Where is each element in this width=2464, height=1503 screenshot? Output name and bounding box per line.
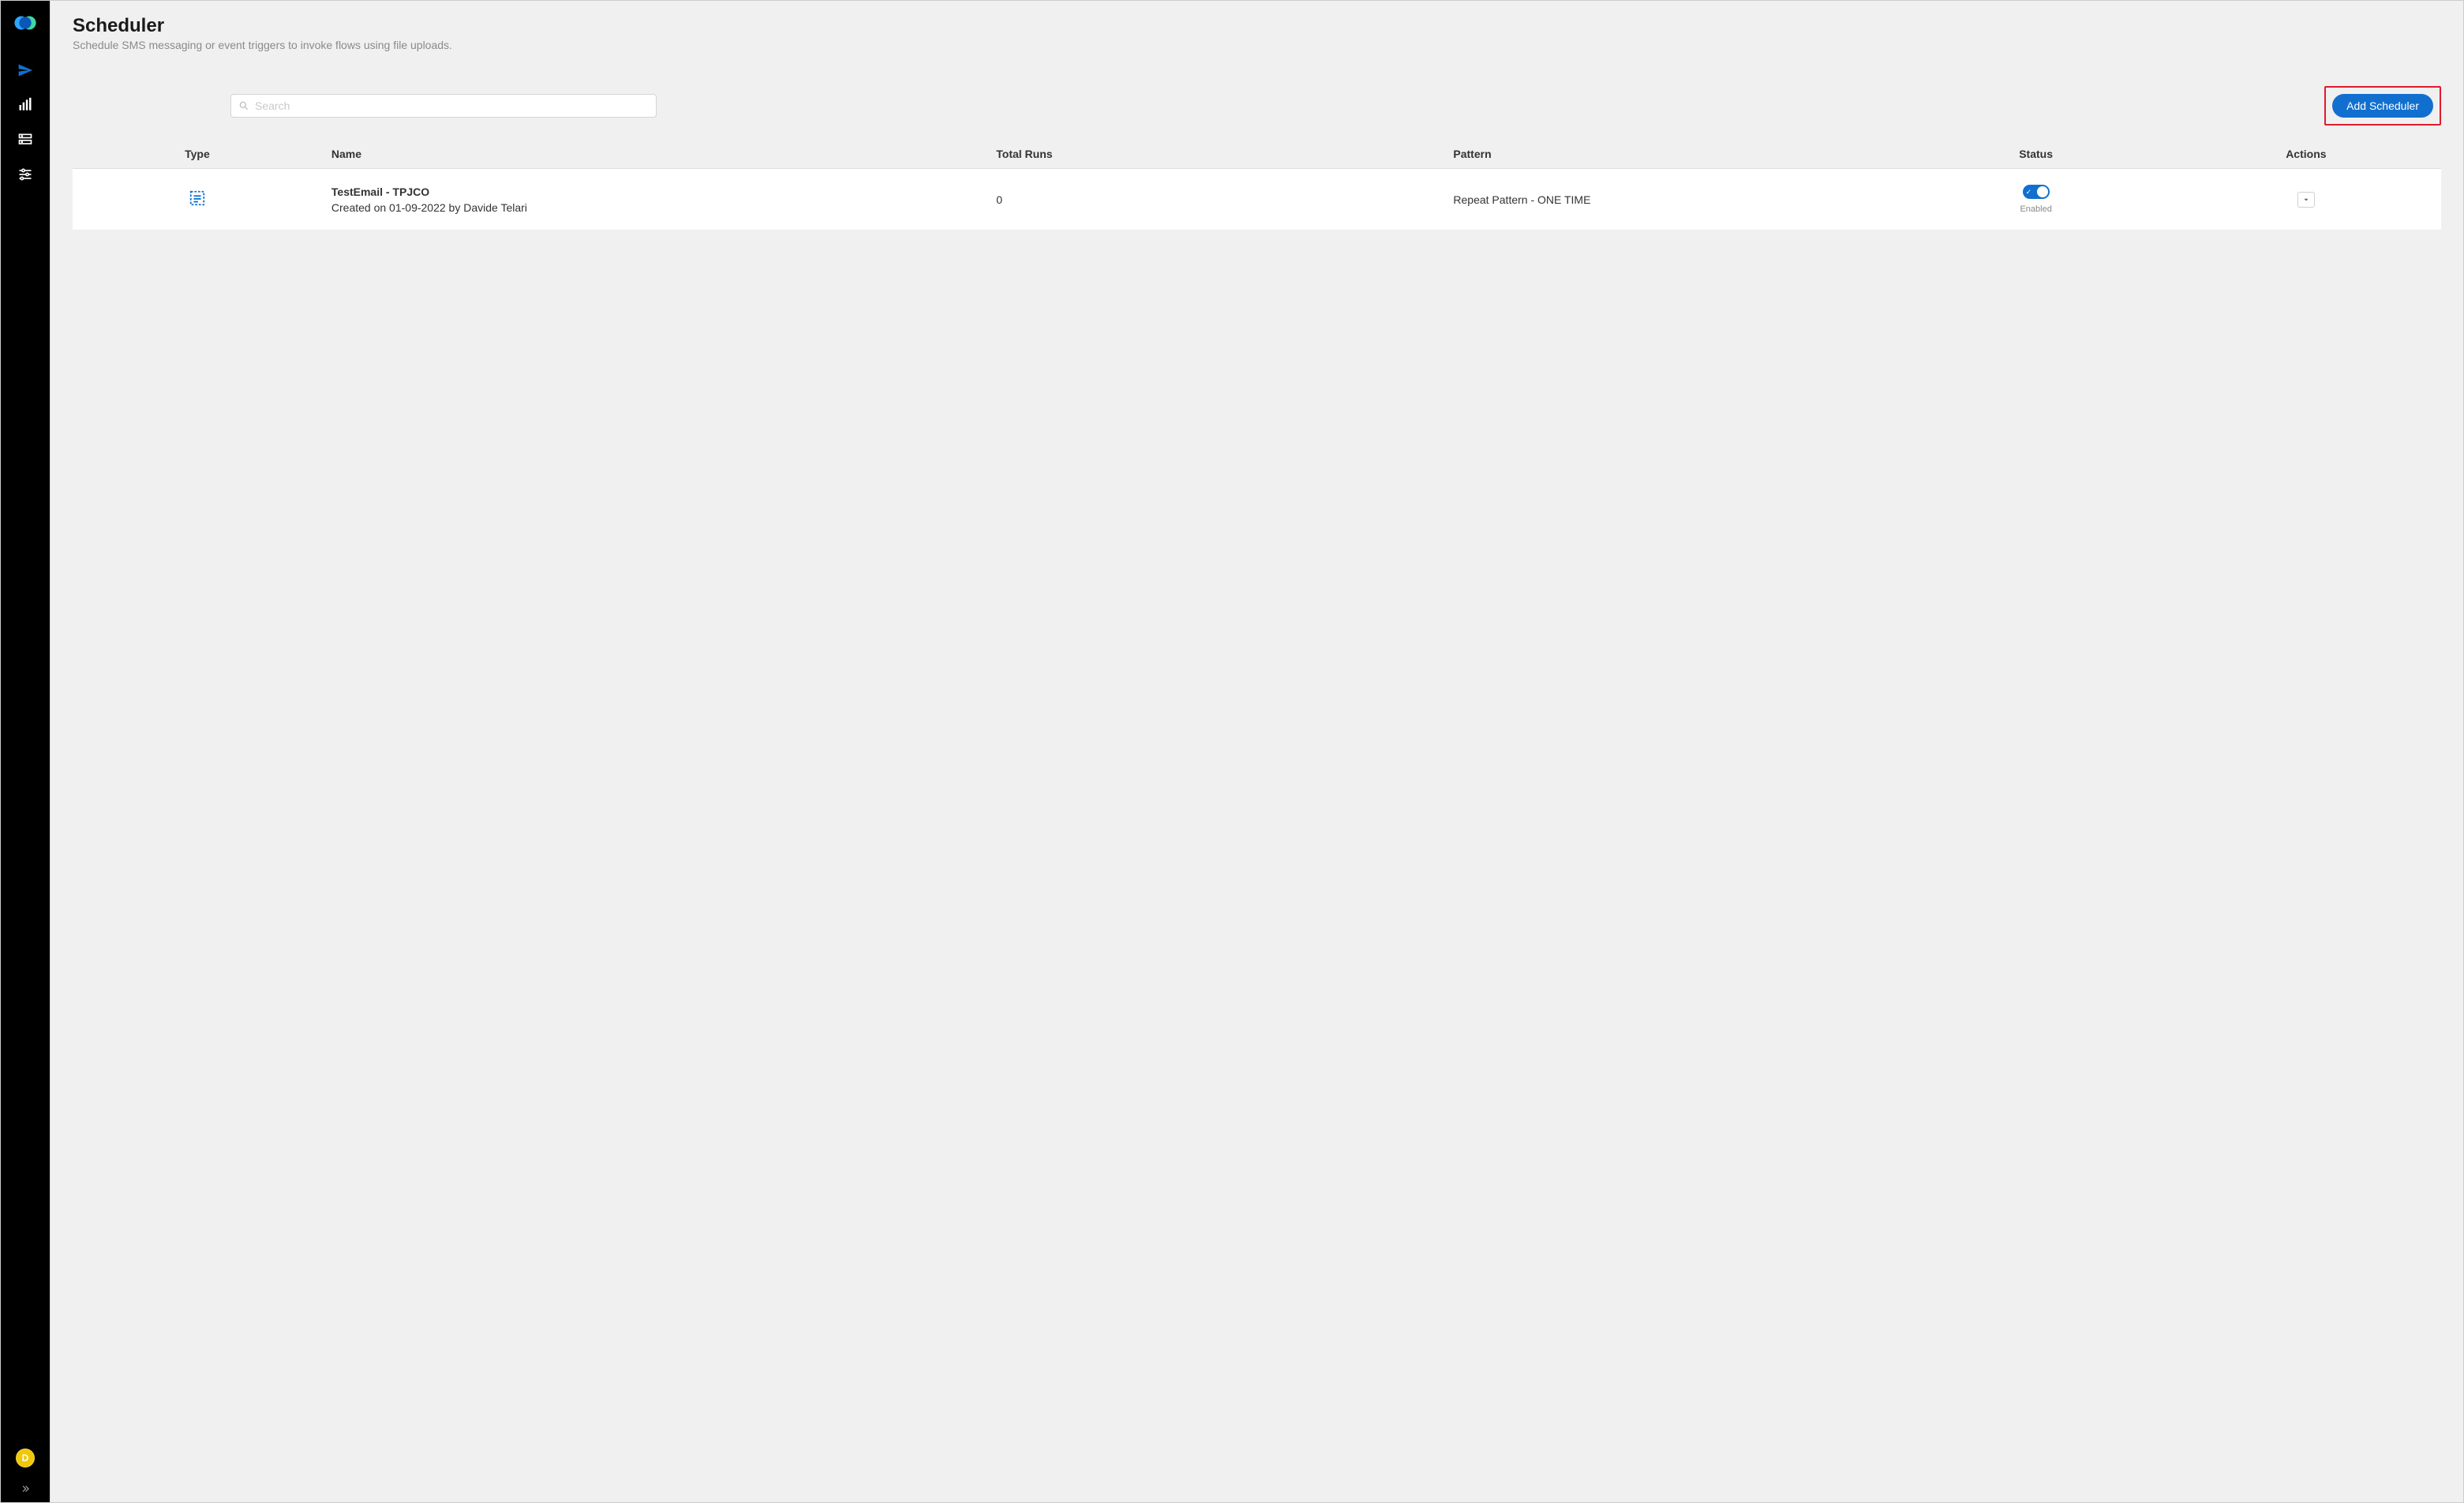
search-wrap xyxy=(230,94,657,118)
row-total-runs: 0 xyxy=(987,169,1444,231)
sidebar: D xyxy=(1,1,50,1502)
add-scheduler-highlight: Add Scheduler xyxy=(2324,86,2441,126)
sidebar-item-analytics[interactable] xyxy=(1,88,50,122)
col-header-status: Status xyxy=(1901,140,2171,169)
col-header-runs: Total Runs xyxy=(987,140,1444,169)
content-wrap: Add Scheduler Type Name Total Runs Patte… xyxy=(51,54,2463,246)
row-created: Created on 01-09-2022 by Davide Telari xyxy=(331,201,977,214)
table-row[interactable]: TestEmail - TPJCO Created on 01-09-2022 … xyxy=(73,169,2441,231)
sidebar-item-assets[interactable] xyxy=(1,122,50,157)
main-content: Scheduler Schedule SMS messaging or even… xyxy=(50,1,2463,1502)
col-header-pattern: Pattern xyxy=(1444,140,1900,169)
app-root: D Scheduler Schedule SMS messaging or ev… xyxy=(0,0,2464,1503)
col-header-actions: Actions xyxy=(2171,140,2441,169)
sidebar-item-settings[interactable] xyxy=(1,157,50,192)
col-header-type: Type xyxy=(73,140,322,169)
sidebar-item-send[interactable] xyxy=(1,53,50,88)
table-header-row: Type Name Total Runs Pattern Status Acti… xyxy=(73,140,2441,169)
scheduler-table: Type Name Total Runs Pattern Status Acti… xyxy=(73,140,2441,231)
search-icon xyxy=(238,100,249,111)
row-pattern: Repeat Pattern - ONE TIME xyxy=(1444,169,1900,231)
status-toggle[interactable]: ✓ xyxy=(2023,185,2050,199)
status-label: Enabled xyxy=(1911,204,2162,214)
col-header-name: Name xyxy=(322,140,987,169)
sidebar-expand-handle[interactable] xyxy=(1,1479,50,1499)
search-input[interactable] xyxy=(230,94,657,118)
row-name: TestEmail - TPJCO xyxy=(331,186,977,198)
check-icon: ✓ xyxy=(2026,187,2032,197)
webex-logo[interactable] xyxy=(11,9,39,37)
avatar[interactable]: D xyxy=(16,1449,35,1467)
add-scheduler-button[interactable]: Add Scheduler xyxy=(2332,94,2433,118)
toolbar: Add Scheduler xyxy=(73,86,2441,126)
page-header: Scheduler Schedule SMS messaging or even… xyxy=(51,1,2463,54)
row-actions-dropdown[interactable] xyxy=(2297,192,2315,208)
page-title: Scheduler xyxy=(73,15,2441,37)
scheduler-type-icon xyxy=(189,189,206,207)
page-subtitle: Schedule SMS messaging or event triggers… xyxy=(73,39,2441,51)
